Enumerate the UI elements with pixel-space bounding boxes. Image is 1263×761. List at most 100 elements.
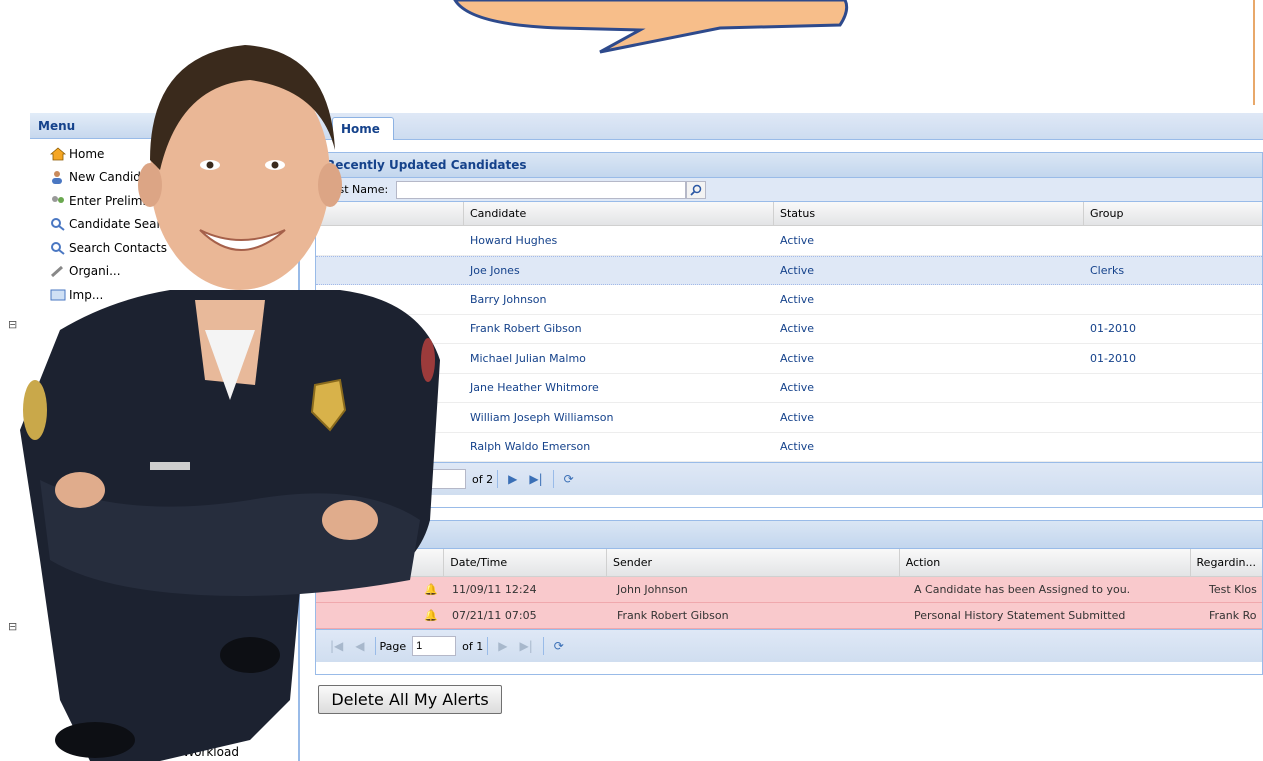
tree-collapse-icon[interactable]: ⊟ [8,620,17,633]
menu-panel: Menu Home New Candidate Enter Preliminar… [8,113,300,761]
column-header-group[interactable]: Group [1084,202,1262,225]
column-header-regarding[interactable]: Regardin... [1191,549,1262,576]
candidate-group: Clerks [1090,263,1125,277]
table-row[interactable]: William Joseph Williamson Active [316,403,1262,433]
candidate-group: 01-2010 [1090,322,1136,336]
speech-bubble [453,0,849,54]
alerts-header: Date/Time Sender Action Regardin... [316,549,1262,577]
candidate-status: Active [780,292,815,306]
wrench-icon [50,264,66,278]
alert-regarding: Test Klos [1209,583,1257,596]
menu-item-new-candidate[interactable]: New Candidate [50,166,298,190]
column-header-icon[interactable] [316,549,445,576]
alert-row[interactable]: 🔔 07/21/11 07:05 Frank Robert Gibson Person… [316,603,1262,629]
refresh-icon[interactable]: ⟳ [564,472,574,486]
candidate-name[interactable]: Michael Julian Malmo [464,352,774,365]
candidate-group: 01-2010 [1090,351,1136,365]
table-row[interactable]: Frank Robert Gibson Active 01-2010 [316,315,1262,344]
table-row[interactable]: Howard Hughes Active [316,226,1262,256]
separator [542,637,544,655]
menu-item-label: Search Contacts [69,240,167,255]
candidate-name[interactable]: Frank Robert Gibson [464,322,774,335]
candidate-status: Active [780,351,815,365]
menu-item-label: Enter Preliminary C... [69,193,197,208]
report-item[interactable]: ...se Progress [148,694,243,718]
menu-item-search-contacts[interactable]: Search Contacts [50,236,298,260]
import-icon [50,288,66,302]
candidate-name[interactable]: Howard Hughes [464,234,774,247]
search-icon [690,184,702,196]
alert-sender: John Johnson [617,583,688,596]
candidate-name[interactable]: Jane Heather Whitmore [464,381,774,394]
last-page-icon[interactable]: ▶| [529,472,542,486]
next-page-icon[interactable]: ▶ [508,472,517,486]
table-row[interactable]: Michael Julian Malmo Active 01-2010 [316,344,1262,374]
menu-item-label: Home [69,146,105,161]
page-input[interactable] [412,636,457,656]
tab-home[interactable]: Home [332,117,394,140]
menu-item-import[interactable]: Imp... [50,283,298,307]
last-page-icon[interactable]: ▶| [520,639,533,653]
candidate-name[interactable]: Ralph Waldo Emerson [464,440,774,453]
menu-item-label: Imp... [69,287,104,302]
column-header-icon[interactable] [316,202,464,225]
separator [487,637,489,655]
menu-item-organization[interactable]: Organi... [50,260,298,284]
column-header-sender[interactable]: Sender [607,549,900,576]
bell-icon-cell: 🔔 [316,583,446,596]
tree-collapse-icon[interactable]: ⊟ [8,318,17,331]
candidate-status: Active [780,233,815,247]
candidate-status: Active [780,263,815,277]
candidate-name[interactable]: Joe Jones [464,264,774,277]
search-icon [50,217,66,232]
alerts-pager: |◀ ◀ Page of 1 ▶ ▶| ⟳ [316,629,1262,662]
users-icon [50,194,66,208]
panel-title: Recently Updated Candidates [316,153,1262,178]
candidate-name[interactable]: William Joseph Williamson [464,411,774,424]
alerts-body: 🔔 11/09/11 12:24 John Johnson A Candidate h… [316,577,1262,629]
menu-item-label: Candidate Search [69,217,176,232]
alert-row[interactable]: 🔔 11/09/11 12:24 John Johnson A Candidate h… [316,577,1262,603]
report-item[interactable]: ...ant Workload [148,741,243,761]
alert-regarding: Frank Ro [1209,609,1257,622]
column-header-action[interactable]: Action [900,549,1191,576]
table-row[interactable]: Barry Johnson Active [316,285,1262,315]
table-row[interactable]: Joe Jones Active Clerks [316,255,1262,285]
search-icon [50,241,66,255]
last-name-input[interactable] [396,180,687,199]
menu-item-home[interactable]: Home [49,142,298,166]
page-label: Page [379,639,407,653]
alert-sender: Frank Robert Gibson [617,609,729,622]
column-header-status[interactable]: Status [774,202,1084,225]
border-line [1253,0,1255,105]
column-header-candidate[interactable]: Candidate [464,202,774,225]
alert-datetime: 07/21/11 07:05 [452,609,537,622]
filter-label: ...st Name: [328,183,389,196]
first-page-icon[interactable]: |◀ [330,639,343,653]
filter-bar: ...st Name: [316,178,1262,202]
table-row[interactable]: Ralph Waldo Emerson Active [316,433,1262,462]
menu-item-enter-preliminary[interactable]: Enter Preliminary C... [50,189,298,213]
candidate-status: Active [780,410,815,424]
next-page-icon[interactable]: ▶ [498,639,507,653]
grid-pager: of 2 ▶ ▶| ⟳ [316,462,1262,495]
candidates-panel: Recently Updated Candidates ...st Name: … [315,152,1263,508]
menu-item-label: New Candidate [69,170,161,185]
bell-icon: 🔔 [424,609,438,622]
delete-all-alerts-button[interactable]: Delete All My Alerts [318,685,502,714]
table-row[interactable]: Jane Heather Whitmore Active [316,374,1262,403]
report-item[interactable]: ...nt Case Aging [148,718,243,742]
report-item[interactable]: ...je. [148,647,243,671]
prev-page-icon[interactable]: ◀ [355,639,364,653]
column-header-datetime[interactable]: Date/Time [444,549,607,576]
menu-item-candidate-search[interactable]: Candidate Search [50,213,298,237]
refresh-icon[interactable]: ⟳ [554,639,564,653]
report-item[interactable]: ...rkflo [148,671,243,695]
candidate-status: Active [780,440,815,454]
page-input[interactable] [426,469,466,489]
bell-icon-cell: 🔔 [316,609,446,622]
alert-datetime: 11/09/11 12:24 [452,583,537,596]
candidate-name[interactable]: Barry Johnson [464,293,774,306]
candidate-status: Active [780,322,815,336]
search-button[interactable] [686,180,707,199]
